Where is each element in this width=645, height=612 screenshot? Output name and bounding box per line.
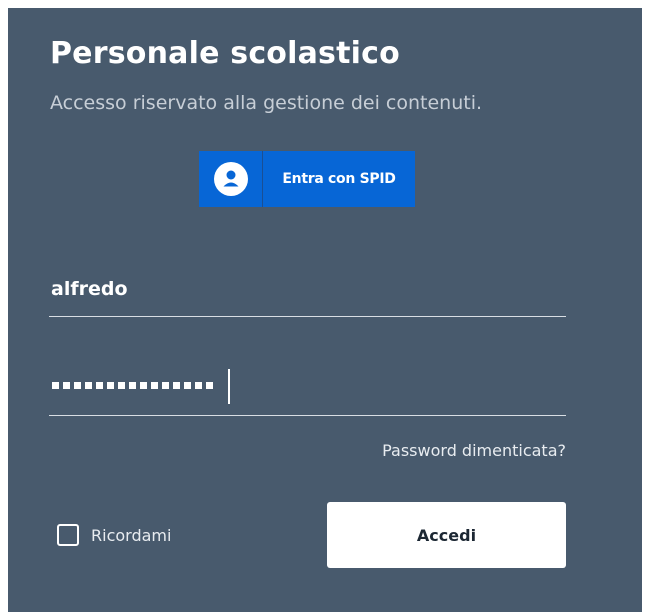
password-dot — [184, 382, 191, 389]
spid-login-button[interactable]: Entra con SPID — [199, 151, 415, 207]
remember-me-checkbox[interactable]: Ricordami — [57, 524, 171, 546]
login-panel: Personale scolastico Accesso riservato a… — [8, 8, 642, 612]
password-dot — [74, 382, 81, 389]
password-dot — [151, 382, 158, 389]
password-dot — [129, 382, 136, 389]
forgot-password-link[interactable]: Password dimenticata? — [382, 441, 566, 460]
username-value: alfredo — [51, 278, 128, 300]
page-title: Personale scolastico — [50, 36, 400, 71]
password-mask — [52, 382, 213, 389]
password-dot — [162, 382, 169, 389]
password-dot — [96, 382, 103, 389]
password-dot — [107, 382, 114, 389]
login-submit-button[interactable]: Accedi — [327, 502, 566, 568]
password-dot — [52, 382, 59, 389]
username-field[interactable]: alfredo — [49, 268, 566, 317]
password-dot — [173, 382, 180, 389]
password-dot — [85, 382, 92, 389]
checkbox-box[interactable] — [57, 524, 79, 546]
remember-me-label: Ricordami — [91, 525, 172, 545]
user-circle-icon — [213, 162, 248, 196]
password-dot — [63, 382, 70, 389]
spid-button-label: Entra con SPID — [282, 171, 396, 187]
password-dot — [140, 382, 147, 389]
password-dot — [118, 382, 125, 389]
password-dot — [206, 382, 213, 389]
text-caret — [228, 369, 230, 404]
page-subtitle: Accesso riservato alla gestione dei cont… — [50, 92, 483, 114]
spid-icon-cell — [199, 151, 263, 207]
password-field[interactable] — [49, 364, 566, 416]
password-dot — [195, 382, 202, 389]
